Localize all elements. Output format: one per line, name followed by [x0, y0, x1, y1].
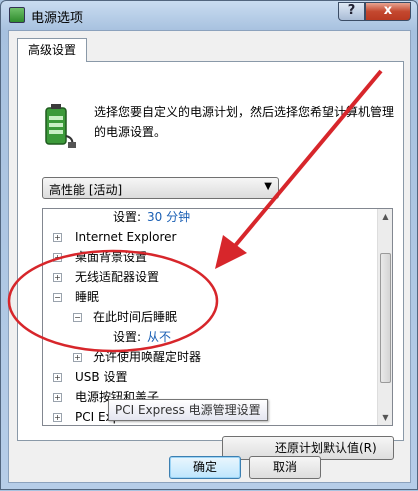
help-button[interactable]: ? — [338, 2, 365, 21]
power-options-window: 电源选项 ? x 高级设置 选择您要自定义的电源计划，然后选择您希望计算机管理的… — [0, 0, 418, 490]
tree-row-sleep[interactable]: − 睡眠 — [43, 287, 379, 307]
tree-item-label: 桌面背景设置 — [75, 250, 148, 264]
collapse-icon[interactable]: − — [73, 313, 82, 322]
window-title: 电源选项 — [31, 11, 84, 26]
tree-row-wake-timers[interactable]: + 允许使用唤醒定时器 — [43, 347, 379, 367]
expand-icon[interactable]: + — [53, 273, 62, 282]
power-plan-select[interactable]: 高性能 [活动] ▼ — [42, 177, 279, 199]
tree-row-desktop-background[interactable]: + 桌面背景设置 — [43, 247, 379, 267]
expand-icon[interactable]: + — [53, 233, 62, 242]
expand-icon[interactable]: + — [73, 353, 82, 362]
plan-description: 选择您要自定义的电源计划，然后选择您希望计算机管理的电源设置。 — [94, 105, 395, 139]
battery-plug-icon — [45, 104, 76, 148]
expand-icon[interactable]: + — [53, 373, 62, 382]
scrollbar-thumb[interactable] — [380, 253, 391, 383]
tree-row-setting-value[interactable]: 设置: 30 分钟 — [43, 209, 379, 227]
tree-item-label: 在此时间后睡眠 — [93, 310, 178, 324]
expand-icon[interactable]: + — [53, 413, 62, 422]
settings-tree[interactable]: 设置: 30 分钟 + Internet Explorer + 桌面背景设置 +… — [42, 208, 393, 426]
scroll-up-icon[interactable]: ▲ — [378, 209, 392, 224]
ok-button[interactable]: 确定 — [169, 456, 241, 479]
tooltip: PCI Express 电源管理设置 — [108, 399, 268, 421]
tree-item-label: USB 设置 — [75, 370, 128, 384]
scroll-down-icon[interactable]: ▼ — [378, 410, 392, 425]
setting-label: 设置: — [113, 210, 142, 224]
power-options-icon — [9, 7, 25, 23]
expand-icon[interactable]: + — [53, 393, 62, 402]
setting-value: 从不 — [147, 330, 172, 344]
tab-panel: 选择您要自定义的电源计划，然后选择您希望计算机管理的电源设置。 高性能 [活动]… — [17, 61, 404, 460]
tree-item-label: 无线适配器设置 — [75, 270, 160, 284]
tree-item-label: 允许使用唤醒定时器 — [93, 350, 202, 364]
tree-row-internet-explorer[interactable]: + Internet Explorer — [43, 227, 379, 247]
tree-item-label: Internet Explorer — [75, 230, 177, 244]
setting-value: 30 分钟 — [147, 210, 191, 224]
tree-row-setting-value[interactable]: 设置: 从不 — [43, 327, 379, 347]
settings-tree-content: 设置: 30 分钟 + Internet Explorer + 桌面背景设置 +… — [43, 209, 379, 425]
tab-advanced-settings[interactable]: 高级设置 — [17, 38, 87, 62]
close-button[interactable]: x — [365, 2, 411, 21]
tree-row-usb[interactable]: + USB 设置 — [43, 367, 379, 387]
cancel-button[interactable]: 取消 — [249, 456, 321, 479]
power-plan-value: 高性能 [活动] — [49, 183, 123, 197]
expand-icon[interactable]: + — [53, 253, 62, 262]
setting-label: 设置: — [113, 330, 142, 344]
collapse-icon[interactable]: − — [53, 293, 62, 302]
tree-row-sleep-after[interactable]: − 在此时间后睡眠 — [43, 307, 379, 327]
tree-row-wireless-adapter[interactable]: + 无线适配器设置 — [43, 267, 379, 287]
chevron-down-icon: ▼ — [264, 181, 272, 192]
title-bar: 电源选项 ? x — [1, 1, 417, 29]
vertical-scrollbar[interactable]: ▲ ▼ — [377, 209, 392, 425]
tree-item-label: 睡眠 — [75, 290, 100, 304]
